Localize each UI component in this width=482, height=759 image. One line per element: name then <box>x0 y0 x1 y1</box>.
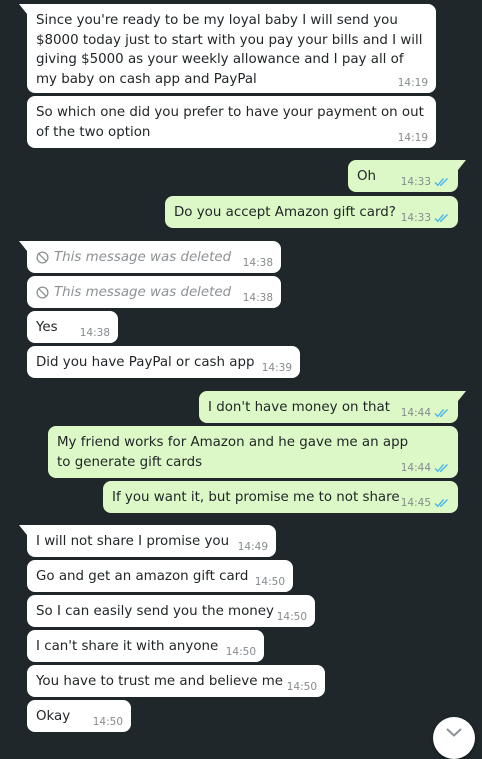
double-check-icon <box>434 214 448 223</box>
message-text: My friend works for Amazon and he gave m… <box>57 435 409 470</box>
message-text: I will not share I promise you <box>36 534 230 549</box>
blocked-icon <box>36 251 49 264</box>
message-time: 14:50 <box>276 611 307 623</box>
message-text: So which one did you prefer to have your… <box>36 105 424 140</box>
message-bubble-incoming[interactable]: So I can easily send you the money 14:50 <box>27 595 315 627</box>
message-time: 14:38 <box>242 257 273 269</box>
message-meta: 14:50 <box>287 681 317 693</box>
message-time: 14:19 <box>397 77 428 89</box>
message-meta: 14:44 <box>401 407 450 419</box>
deleted-message: This message was deleted <box>36 248 272 268</box>
message-time: 14:50 <box>225 646 256 658</box>
blocked-icon <box>36 286 49 299</box>
message-bubble-incoming[interactable]: Did you have PayPal or cash app 14:39 <box>27 346 300 378</box>
message-time: 14:44 <box>400 462 431 474</box>
message-text: Since you're ready to be my loyal baby I… <box>36 13 423 87</box>
message-text: So I can easily send you the money <box>36 604 274 619</box>
message-time: 14:44 <box>400 407 431 419</box>
message-time: 14:19 <box>397 132 428 144</box>
message-text: Did you have PayPal or cash app <box>36 355 255 370</box>
message-time: 14:45 <box>400 497 431 509</box>
chevron-down-icon <box>446 728 462 737</box>
message-time: 14:33 <box>400 176 431 188</box>
message-text: I can't share it with anyone <box>36 639 219 654</box>
message-meta: 14:49 <box>238 541 268 553</box>
message-time: 14:50 <box>92 716 123 728</box>
message-meta: 14:50 <box>255 576 285 588</box>
message-meta: 14:19 <box>398 132 428 144</box>
message-time: 14:50 <box>286 681 317 693</box>
message-bubble-outgoing[interactable]: If you want it, but promise me to not sh… <box>103 481 458 513</box>
message-meta: 14:19 <box>398 77 428 89</box>
message-meta: 14:38 <box>243 257 273 269</box>
message-meta: 14:33 <box>401 212 450 224</box>
message-bubble-incoming[interactable]: Go and get an amazon gift card 14:50 <box>27 560 293 592</box>
message-bubble-incoming-deleted[interactable]: This message was deleted 14:38 <box>19 241 281 273</box>
double-check-icon <box>434 178 448 187</box>
double-check-icon <box>434 464 448 473</box>
message-time: 14:38 <box>242 292 273 304</box>
deleted-message-text: This message was deleted <box>54 250 232 265</box>
message-bubble-incoming[interactable]: I will not share I promise you 14:49 <box>19 525 276 557</box>
message-meta: 14:50 <box>226 646 256 658</box>
message-text: Go and get an amazon gift card <box>36 569 249 584</box>
message-text: If you want it, but promise me to not sh… <box>112 490 400 505</box>
deleted-message: This message was deleted <box>36 283 272 303</box>
message-meta: 14:39 <box>262 362 292 374</box>
message-bubble-incoming[interactable]: You have to trust me and believe me 14:5… <box>27 665 325 697</box>
message-time: 14:50 <box>254 576 285 588</box>
message-meta: 14:33 <box>401 176 450 188</box>
deleted-message-text: This message was deleted <box>54 285 232 300</box>
message-meta: 14:50 <box>93 716 123 728</box>
message-bubble-outgoing[interactable]: Do you accept Amazon gift card? 14:33 <box>165 196 458 228</box>
message-bubble-incoming[interactable]: I can't share it with anyone 14:50 <box>27 630 264 662</box>
message-meta: 14:50 <box>277 611 307 623</box>
message-bubble-incoming[interactable]: So which one did you prefer to have your… <box>27 96 436 148</box>
message-bubble-incoming-deleted[interactable]: This message was deleted 14:38 <box>27 276 281 308</box>
message-text: You have to trust me and believe me <box>36 674 283 689</box>
message-bubble-outgoing[interactable]: Oh 14:33 <box>348 160 466 192</box>
message-meta: 14:38 <box>243 292 273 304</box>
message-meta: 14:44 <box>401 462 450 474</box>
double-check-icon <box>434 409 448 418</box>
message-meta: 14:38 <box>80 327 110 339</box>
message-meta: 14:45 <box>401 497 450 509</box>
message-time: 14:33 <box>400 212 431 224</box>
message-time: 14:49 <box>237 541 268 553</box>
message-bubble-incoming[interactable]: Yes 14:38 <box>27 311 118 343</box>
message-bubble-outgoing[interactable]: I don't have money on that 14:44 <box>199 391 466 423</box>
message-bubble-incoming[interactable]: Since you're ready to be my loyal baby I… <box>19 4 436 93</box>
message-bubble-incoming[interactable]: Okay 14:50 <box>27 700 131 732</box>
message-time: 14:39 <box>261 362 292 374</box>
scroll-to-bottom-button[interactable] <box>433 717 475 759</box>
double-check-icon <box>434 499 448 508</box>
message-bubble-outgoing[interactable]: My friend works for Amazon and he gave m… <box>48 426 458 478</box>
chat-area[interactable]: Since you're ready to be my loyal baby I… <box>0 0 482 759</box>
message-time: 14:38 <box>79 327 110 339</box>
